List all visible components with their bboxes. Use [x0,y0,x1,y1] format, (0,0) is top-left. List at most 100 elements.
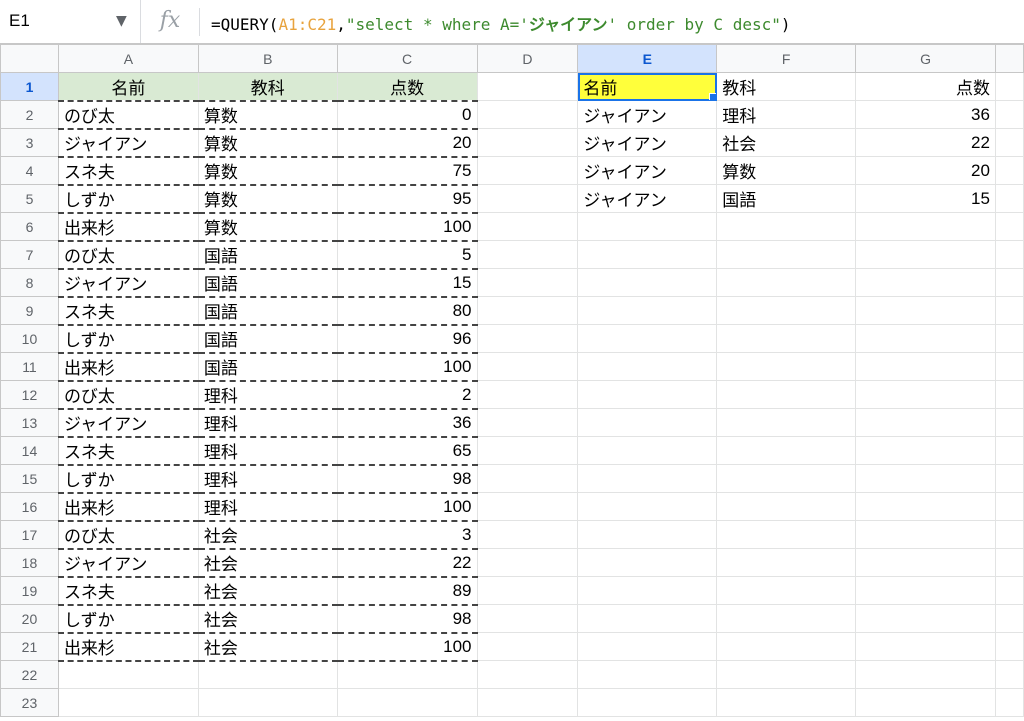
row-header[interactable]: 21 [0,632,59,661]
cell-f23[interactable] [716,688,857,717]
column-header-f[interactable]: F [716,44,857,73]
cell-d4[interactable] [476,156,579,185]
cell-f6[interactable] [716,212,857,241]
cell-b18[interactable]: 社会 [197,548,338,578]
cell-h5[interactable] [994,184,1024,213]
cell-d9[interactable] [476,296,579,325]
cell-g23[interactable] [855,688,996,717]
cell-d18[interactable] [476,548,579,577]
cell-h9[interactable] [994,296,1024,325]
cell-g13[interactable] [855,408,996,437]
cell-f7[interactable] [716,240,857,269]
cell-d7[interactable] [476,240,579,269]
row-header[interactable]: 15 [0,464,59,493]
cell-g14[interactable] [855,436,996,465]
cell-e7[interactable] [577,240,718,269]
cell-g4[interactable]: 20 [855,156,996,185]
cell-a17[interactable]: のび太 [57,520,199,550]
cell-c9[interactable]: 80 [336,296,478,326]
cell-c5[interactable]: 95 [336,184,478,214]
cell-d5[interactable] [476,184,579,213]
row-header[interactable]: 8 [0,268,59,297]
cell-g17[interactable] [855,520,996,549]
cell-a10[interactable]: しずか [57,324,199,354]
row-header[interactable]: 22 [0,660,59,689]
cell-a6[interactable]: 出来杉 [57,212,199,242]
cell-c8[interactable]: 15 [336,268,478,298]
cell-h6[interactable] [994,212,1024,241]
cell-f3[interactable]: 社会 [716,128,857,157]
column-header-overflow[interactable] [994,44,1024,73]
cell-h19[interactable] [994,576,1024,605]
name-box[interactable]: E1 ▼ [0,0,141,43]
cell-d21[interactable] [476,632,579,661]
cell-f2[interactable]: 理科 [716,100,857,129]
cell-c17[interactable]: 3 [336,520,478,550]
cell-f12[interactable] [716,380,857,409]
row-header[interactable]: 2 [0,100,59,129]
cell-d2[interactable] [476,100,579,129]
cell-b23[interactable] [197,688,338,717]
cell-g22[interactable] [855,660,996,689]
cell-e22[interactable] [577,660,718,689]
cell-h16[interactable] [994,492,1024,521]
cell-b7[interactable]: 国語 [197,240,338,270]
cell-h3[interactable] [994,128,1024,157]
cell-b10[interactable]: 国語 [197,324,338,354]
cell-c12[interactable]: 2 [336,380,478,410]
cell-c10[interactable]: 96 [336,324,478,354]
cell-g20[interactable] [855,604,996,633]
cell-e10[interactable] [577,324,718,353]
cell-a18[interactable]: ジャイアン [57,548,199,578]
cell-b4[interactable]: 算数 [197,156,338,186]
cell-f16[interactable] [716,492,857,521]
cell-c18[interactable]: 22 [336,548,478,578]
cell-f21[interactable] [716,632,857,661]
cell-e3[interactable]: ジャイアン [577,128,718,157]
cell-e20[interactable] [577,604,718,633]
cell-a7[interactable]: のび太 [57,240,199,270]
cell-e8[interactable] [577,268,718,297]
cell-h17[interactable] [994,520,1024,549]
cell-c14[interactable]: 65 [336,436,478,466]
cell-d19[interactable] [476,576,579,605]
cell-c6[interactable]: 100 [336,212,478,242]
select-all-corner[interactable] [0,44,59,73]
row-header[interactable]: 1 [0,72,59,101]
cell-h15[interactable] [994,464,1024,493]
row-header[interactable]: 10 [0,324,59,353]
cell-g3[interactable]: 22 [855,128,996,157]
cell-b15[interactable]: 理科 [197,464,338,494]
cell-e11[interactable] [577,352,718,381]
cell-b3[interactable]: 算数 [197,128,338,158]
cell-d15[interactable] [476,464,579,493]
cell-h1[interactable] [994,72,1024,101]
cell-f15[interactable] [716,464,857,493]
formula-input[interactable]: =QUERY(A1:C21,"select * where A='ジャイアン' … [211,11,791,35]
cell-c19[interactable]: 89 [336,576,478,606]
cell-e2[interactable]: ジャイアン [577,100,718,129]
cell-b21[interactable]: 社会 [197,632,338,662]
cell-b6[interactable]: 算数 [197,212,338,242]
cell-g12[interactable] [855,380,996,409]
cell-g9[interactable] [855,296,996,325]
cell-e19[interactable] [577,576,718,605]
cell-d1[interactable] [476,72,579,101]
cell-a15[interactable]: しずか [57,464,199,494]
cell-d13[interactable] [476,408,579,437]
cell-h8[interactable] [994,268,1024,297]
cell-h18[interactable] [994,548,1024,577]
cell-c22[interactable] [336,660,478,689]
cell-d16[interactable] [476,492,579,521]
row-header[interactable]: 7 [0,240,59,269]
cell-d23[interactable] [476,688,579,717]
cell-g5[interactable]: 15 [855,184,996,213]
cell-h21[interactable] [994,632,1024,661]
cell-h12[interactable] [994,380,1024,409]
cell-a20[interactable]: しずか [57,604,199,634]
cell-h13[interactable] [994,408,1024,437]
row-header[interactable]: 18 [0,548,59,577]
cell-a12[interactable]: のび太 [57,380,199,410]
cell-c1[interactable]: 点数 [336,72,478,102]
cell-e14[interactable] [577,436,718,465]
